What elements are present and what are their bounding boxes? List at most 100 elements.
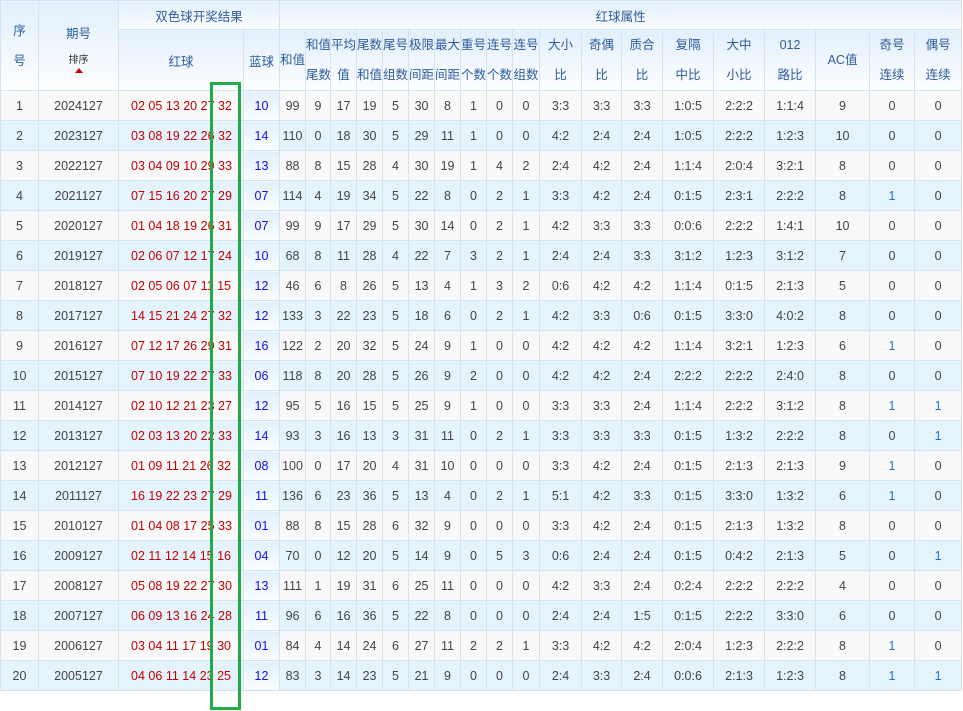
table-row: 7 2018127 02 05 06 07 11 15 12 46 6 8 26 5 13 4 1 3 2 0:6 4:… bbox=[0, 270, 963, 301]
attr-value: 8 bbox=[434, 90, 462, 121]
attr-value: 20 bbox=[356, 540, 384, 571]
attr-value: 9 bbox=[305, 90, 332, 121]
attr-value: 2:1:3 bbox=[713, 510, 766, 541]
attr-value: 0:6 bbox=[539, 270, 583, 301]
row-issue: 2017127 bbox=[38, 300, 119, 331]
attr-value: 96 bbox=[279, 600, 307, 631]
table-row: 11 2014127 02 10 12 21 23 27 12 95 5 16 15 5 25 9 1 0 0 3:3… bbox=[0, 390, 963, 421]
table-row: 3 2022127 03 04 09 10 29 33 13 88 8 15 28 4 30 19 1 4 2 2:4… bbox=[0, 150, 963, 181]
attr-value: 0 bbox=[512, 450, 541, 481]
blue-ball: 10 bbox=[242, 240, 281, 271]
col-attr-label: 复隔 bbox=[675, 38, 701, 52]
attr-value: 0 bbox=[460, 210, 488, 241]
attr-value: 27 bbox=[408, 630, 436, 661]
attr-value: 2:2:2 bbox=[713, 570, 766, 601]
red-ball: 07 bbox=[131, 368, 145, 383]
attr-value: 2:4 bbox=[621, 540, 664, 571]
sort-button[interactable]: 排序 bbox=[40, 55, 118, 73]
red-ball: 09 bbox=[165, 158, 180, 173]
attr-value: 5 bbox=[382, 390, 410, 421]
col-attr: 012 路比 bbox=[764, 29, 817, 91]
attr-value: 0 bbox=[305, 120, 332, 151]
row-issue: 2022127 bbox=[38, 150, 119, 181]
red-ball: 31 bbox=[218, 338, 232, 353]
attr-value: 1:1:4 bbox=[662, 150, 715, 181]
table-row: 2 2023127 03 08 19 22 26 32 14 110 0 18 30 5 29 11 1 0 0 4:… bbox=[0, 120, 963, 151]
attr-value: 2:1:3 bbox=[713, 660, 766, 691]
red-ball: 27 bbox=[218, 398, 232, 413]
attr-value: 5 bbox=[815, 540, 871, 571]
red-ball: 12 bbox=[148, 338, 163, 353]
attr-value: 30 bbox=[356, 120, 384, 151]
attr-value: 4:2 bbox=[581, 270, 623, 301]
col-issue-label: 期号 bbox=[65, 26, 91, 41]
attr-value: 4:2 bbox=[581, 180, 623, 211]
attr-value: 8 bbox=[815, 150, 871, 181]
attr-value: 3:3 bbox=[581, 570, 623, 601]
attr-value: 0:1:5 bbox=[713, 270, 766, 301]
attr-value: 0:6 bbox=[621, 300, 664, 331]
attr-value: 0 bbox=[512, 360, 541, 391]
red-ball: 24 bbox=[200, 608, 215, 623]
red-ball: 22 bbox=[183, 578, 198, 593]
red-ball: 18 bbox=[165, 218, 180, 233]
attr-value: 1 bbox=[869, 630, 916, 661]
attr-value: 8 bbox=[815, 180, 871, 211]
red-balls: 02 11 12 14 15 16 bbox=[118, 540, 244, 571]
attr-value: 0:1:5 bbox=[662, 480, 715, 511]
red-ball: 26 bbox=[200, 218, 215, 233]
col-attr-label: 值 bbox=[337, 68, 350, 82]
table-row: 4 2021127 07 15 16 20 27 29 07 114 4 19 34 5 22 8 0 2 1 3:3… bbox=[0, 180, 963, 211]
attr-value: 21 bbox=[408, 660, 436, 691]
attr-value: 31 bbox=[408, 420, 436, 451]
col-attr-label: 连号 bbox=[513, 38, 539, 52]
red-ball: 15 bbox=[217, 278, 232, 293]
attr-value: 0 bbox=[869, 150, 916, 181]
red-ball: 01 bbox=[131, 458, 145, 473]
attr-value: 14 bbox=[434, 210, 462, 241]
attr-value: 1:3:2 bbox=[764, 480, 817, 511]
attr-value: 25 bbox=[408, 390, 436, 421]
attr-value: 2 bbox=[460, 630, 488, 661]
col-attr-label: 小比 bbox=[726, 68, 752, 82]
col-attr: 奇偶比 bbox=[581, 29, 623, 91]
row-issue: 2006127 bbox=[38, 630, 119, 661]
col-attr: 极限 间距 bbox=[408, 29, 436, 91]
attr-value: 0 bbox=[512, 510, 541, 541]
attr-value: 9 bbox=[434, 660, 462, 691]
attr-value: 3 bbox=[460, 240, 488, 271]
attr-value: 4:2 bbox=[621, 630, 664, 661]
col-attr-label: 偶号 bbox=[925, 38, 951, 52]
row-issue: 2008127 bbox=[38, 570, 119, 601]
attr-value: 4:2 bbox=[581, 330, 623, 361]
attr-value: 2 bbox=[486, 240, 514, 271]
attr-value: 0 bbox=[914, 300, 963, 331]
attr-value: 99 bbox=[279, 210, 307, 241]
row-issue: 2011127 bbox=[38, 480, 119, 511]
group-red-attributes: 红球属性 bbox=[279, 0, 963, 30]
col-attr: 连号 组数 bbox=[512, 29, 541, 91]
row-issue: 2013127 bbox=[38, 420, 119, 451]
attr-value: 11 bbox=[434, 120, 462, 151]
blue-ball: 08 bbox=[242, 450, 281, 481]
attr-value: 3:3:0 bbox=[764, 600, 817, 631]
red-ball: 26 bbox=[183, 338, 198, 353]
attr-value: 20 bbox=[330, 330, 358, 361]
attr-value: 110 bbox=[279, 120, 307, 151]
attr-value: 2 bbox=[486, 210, 514, 241]
attr-value: 0 bbox=[512, 330, 541, 361]
attr-value: 2:4 bbox=[621, 390, 664, 421]
col-attr-label: 和值 bbox=[280, 53, 306, 67]
table-row: 12 2013127 02 03 13 20 22 33 14 93 3 16 13 3 31 11 0 2 1 3:… bbox=[0, 420, 963, 451]
col-attr-label: 连号 bbox=[487, 38, 513, 52]
red-ball: 19 bbox=[165, 128, 180, 143]
red-ball: 27 bbox=[200, 98, 215, 113]
row-seq: 4 bbox=[0, 180, 39, 211]
red-ball: 21 bbox=[182, 458, 197, 473]
attr-value: 2:4 bbox=[581, 540, 623, 571]
col-attr-label: 重号 bbox=[461, 38, 487, 52]
attr-value: 1 bbox=[305, 570, 332, 601]
red-ball: 19 bbox=[199, 638, 214, 653]
row-seq: 6 bbox=[0, 240, 39, 271]
attr-value: 3:3:0 bbox=[713, 300, 766, 331]
